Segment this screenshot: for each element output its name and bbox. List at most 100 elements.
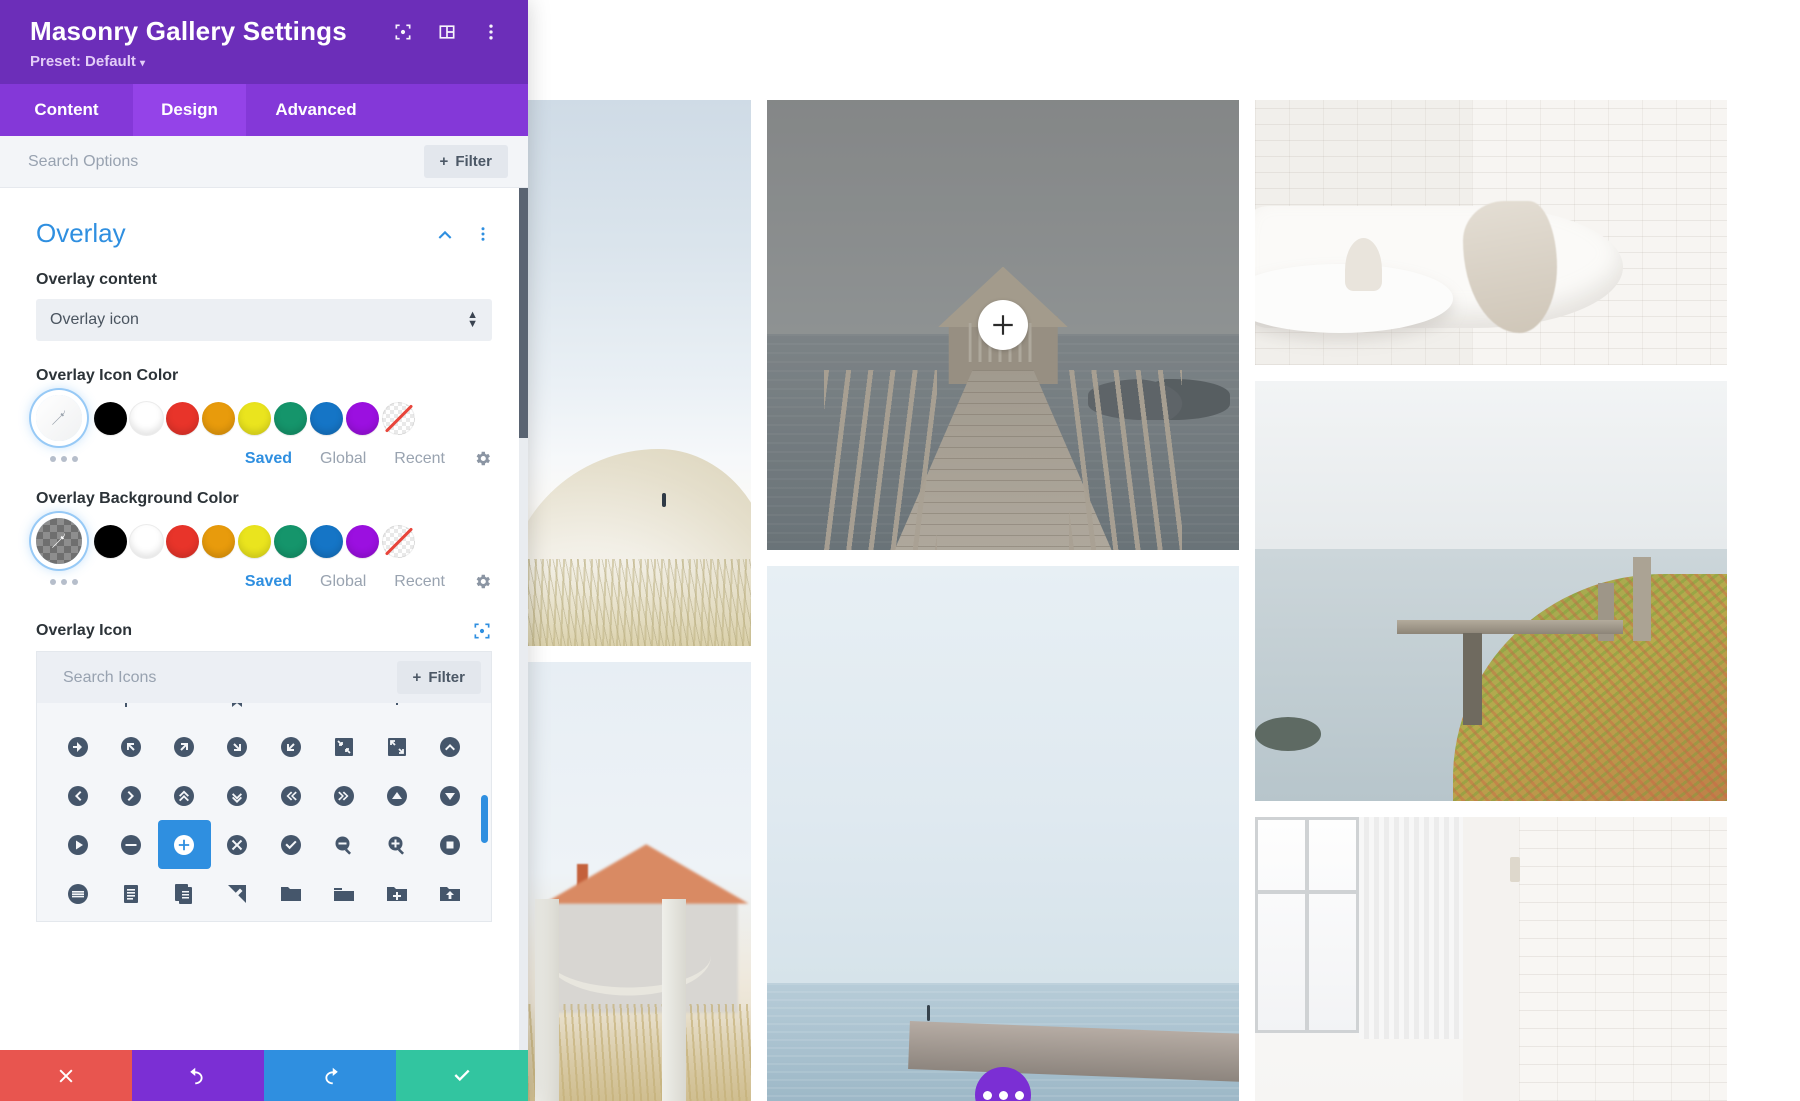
chevron-left-circle-icon[interactable] [51,771,104,820]
swatch-white[interactable] [130,401,163,435]
chevrons-right-circle-icon[interactable] [317,771,370,820]
triangle-up-circle-icon[interactable] [371,771,424,820]
swatch-green[interactable] [274,401,307,435]
arrow-up-right-circle-icon[interactable] [158,722,211,771]
swatch-yellow[interactable] [238,524,271,558]
document-lines-icon[interactable] [104,869,157,918]
chat-bubble-dots-icon[interactable] [371,918,424,921]
tab-advanced[interactable]: Advanced [246,84,386,136]
folder-open-icon[interactable] [317,869,370,918]
plus-icon[interactable] [978,300,1028,350]
arrow-down-right-circle-icon[interactable] [211,722,264,771]
palette-tab-recent[interactable]: Recent [394,450,445,468]
volume-mute-icon[interactable] [424,918,477,921]
arrow-up-left-circle-icon[interactable] [104,722,157,771]
layout-columns-icon[interactable] [432,17,462,47]
tab-content[interactable]: Content [0,84,133,136]
palette-tab-global[interactable]: Global [320,573,366,591]
eyedropper-swatch-icon-color[interactable] [36,395,82,441]
stop-circle-icon[interactable] [424,820,477,869]
swatch-orange[interactable] [202,401,235,435]
palette-tab-recent[interactable]: Recent [394,573,445,591]
responsive-view-icon[interactable] [472,621,492,641]
game-controller-icon[interactable] [51,703,104,722]
white-brick-room-window-photo[interactable] [1255,817,1727,1101]
gear-icon[interactable] [473,449,492,468]
play-circle-icon[interactable] [51,820,104,869]
calm-sea-jetty-photo[interactable] [767,566,1239,1101]
save-button[interactable] [396,1050,528,1101]
swatch-yellow[interactable] [238,401,271,435]
swatch-black[interactable] [94,524,127,558]
pier-gazebo-photo[interactable] [767,100,1239,550]
zoom-out-icon[interactable] [317,820,370,869]
info-circle-icon[interactable] [51,918,104,921]
panel-scrollbar-track[interactable] [519,188,528,1050]
palette-tab-saved[interactable]: Saved [245,573,292,591]
menu-circle-icon[interactable] [51,869,104,918]
pencil-box-icon[interactable] [211,869,264,918]
preset-selector[interactable]: Preset: Default ▾ [30,53,506,70]
gear-icon[interactable] [473,572,492,591]
eyedropper-swatch-bg-color[interactable] [36,518,82,564]
expand-icon[interactable] [371,722,424,771]
palette-tab-global[interactable]: Global [320,450,366,468]
zoom-in-icon[interactable] [371,820,424,869]
folder-icon[interactable] [264,869,317,918]
undo-button[interactable] [132,1050,264,1101]
folder-add-icon[interactable] [371,869,424,918]
x-circle-icon[interactable] [211,820,264,869]
minus-circle-icon[interactable] [104,820,157,869]
swatch-red[interactable] [166,401,199,435]
more-vertical-icon[interactable] [476,17,506,47]
check-circle-icon[interactable] [264,820,317,869]
chevron-up-circle-icon[interactable] [424,722,477,771]
triangle-down-circle-icon[interactable] [424,771,477,820]
folder-upload-icon[interactable] [424,869,477,918]
overlay-content-select[interactable]: Overlay icon ▲ ▼ [36,299,492,341]
rope-fence-beach-house-photo[interactable] [528,662,751,1101]
gear-small-icon[interactable] [317,703,370,722]
swatch-purple[interactable] [346,401,379,435]
swatch-none[interactable] [382,524,415,558]
exclamation-box-icon[interactable] [158,918,211,921]
swatch-red[interactable] [166,524,199,558]
arrow-right-circle-icon[interactable] [51,722,104,771]
ellipsis-icon[interactable] [50,455,78,462]
ellipsis-icon[interactable] [50,578,78,585]
collapse-icon[interactable] [317,722,370,771]
swatch-black[interactable] [94,401,127,435]
white-sand-dunes-photo[interactable] [528,100,751,646]
white-loft-sofa-photo[interactable] [1255,100,1727,365]
link-broken-icon[interactable] [158,703,211,722]
panel-scrollbar-thumb[interactable] [519,188,528,438]
responsive-view-icon[interactable] [388,17,418,47]
swatch-blue[interactable] [310,401,343,435]
cliff-bench-ocean-photo[interactable] [1255,381,1727,801]
redo-button[interactable] [264,1050,396,1101]
image-overlay[interactable] [767,100,1239,550]
icon-filter-button[interactable]: + Filter [396,661,481,694]
bookmark-icon[interactable] [211,703,264,722]
tab-design[interactable]: Design [133,84,246,136]
chevrons-down-circle-icon[interactable] [211,771,264,820]
chevrons-up-circle-icon[interactable] [158,771,211,820]
icon-grid-scrollbar[interactable] [481,795,488,843]
filter-button[interactable]: + Filter [423,145,508,178]
chevron-right-circle-icon[interactable] [104,771,157,820]
bat-icon[interactable] [264,703,317,722]
umbrella-icon[interactable] [371,703,424,722]
swatch-green[interactable] [274,524,307,558]
swatch-purple[interactable] [346,524,379,558]
more-vertical-icon[interactable] [474,225,492,243]
question-circle-icon[interactable] [264,918,317,921]
swatch-blue[interactable] [310,524,343,558]
swatch-white[interactable] [130,524,163,558]
chat-bubble-icon[interactable] [317,918,370,921]
chevron-up-icon[interactable] [434,223,456,245]
chevrons-left-circle-icon[interactable] [264,771,317,820]
swatch-orange[interactable] [202,524,235,558]
swatch-none[interactable] [382,401,415,435]
arrow-down-left-circle-icon[interactable] [264,722,317,771]
chevron-down-small-icon[interactable] [424,703,477,722]
